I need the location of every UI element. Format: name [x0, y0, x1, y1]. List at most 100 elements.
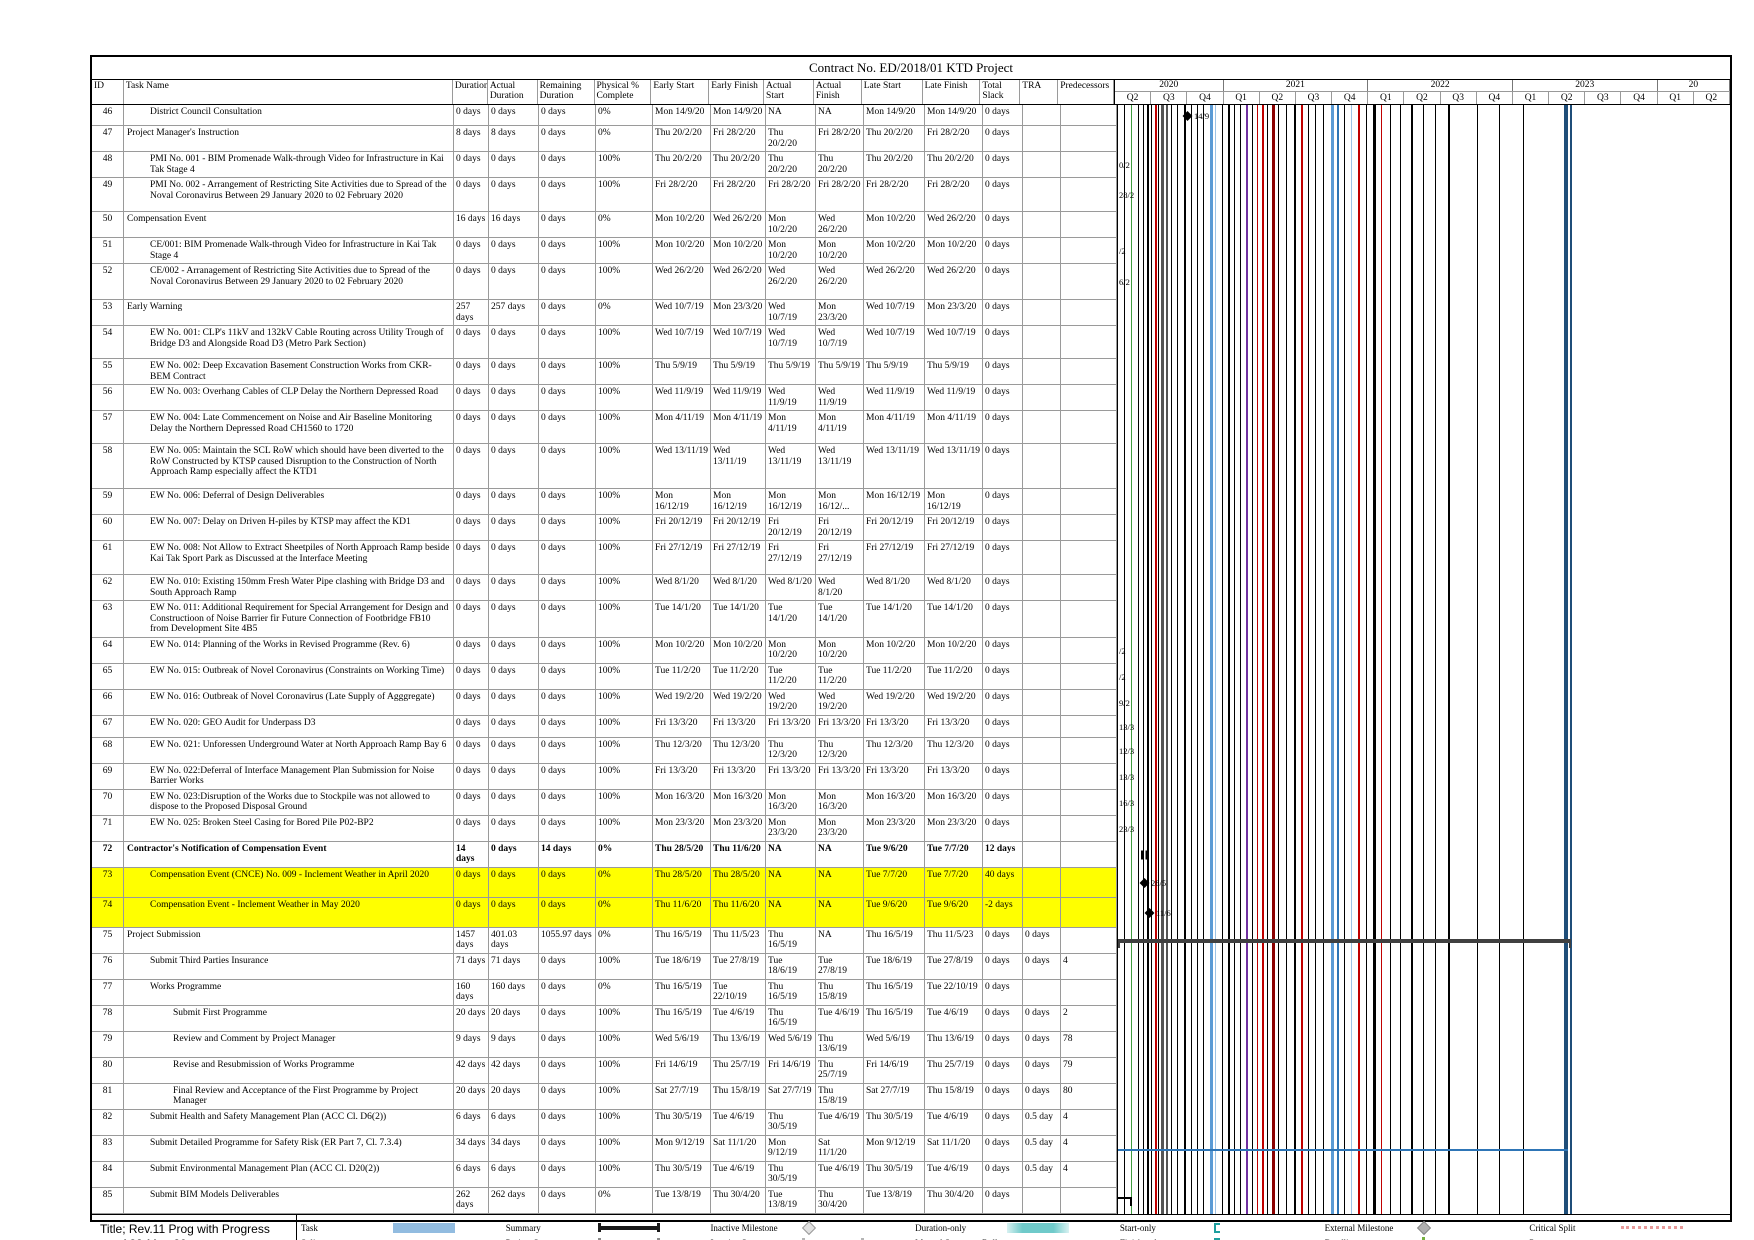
task-row: 48PMI No. 001 - BIM Promenade Walk-throu… [92, 152, 1730, 178]
task-cell: Thu 12/3/20 [766, 738, 816, 764]
task-cell: Fri 27/12/19 [711, 541, 766, 575]
task-cell [1023, 575, 1061, 601]
task-cell: Tue 11/2/20 [816, 664, 864, 690]
task-cell: Thu 30/4/20 [816, 1188, 864, 1214]
arrow-green-icon [1418, 1237, 1430, 1240]
task-cell: 100% [596, 664, 653, 690]
task-cell: Thu 13/6/19 [925, 1032, 983, 1058]
task-id: 57 [92, 411, 124, 444]
clipped-milestone-date-label: 12/3 [1119, 746, 1134, 756]
task-cell: Mon 16/12/19 [711, 489, 766, 515]
legend-icon-wrap [802, 1223, 907, 1233]
task-name: EW No. 001: CLP's 11kV and 132kV Cable R… [124, 326, 454, 359]
task-cell: 0 days [454, 601, 489, 638]
task-name: Project Submission [124, 928, 454, 954]
gantt-row [1117, 1110, 1730, 1136]
task-cell: Fri 28/2/20 [711, 178, 766, 212]
task-cell: Mon 16/3/20 [864, 790, 925, 816]
task-name: EW No. 023:Disruption of the Works due t… [124, 790, 454, 816]
task-cell: 100% [596, 326, 653, 359]
task-cell: Mon 23/3/20 [653, 816, 711, 842]
task-cell: Thu 28/5/20 [711, 868, 766, 898]
timeline-quarter-label: Q4 [1332, 92, 1368, 104]
task-row: 63EW No. 011: Additional Requirement for… [92, 601, 1730, 638]
task-cell: 42 days [489, 1058, 539, 1084]
task-cell: 100% [596, 1006, 653, 1032]
column-header-actual-finish: Actual Finish [814, 80, 862, 104]
timeline-quarter-label: Q3 [1151, 92, 1187, 104]
task-name: Submit Detailed Programme for Safety Ris… [124, 1136, 454, 1162]
table-body: 46District Council Consultation0 days0 d… [92, 105, 1730, 1214]
task-cell: Mon 23/3/20 [711, 300, 766, 326]
clipped-milestone-date-label: /2 [1119, 246, 1126, 256]
task-cell: 0 days [454, 790, 489, 816]
timeline-quarter-label: Q1 [1224, 92, 1260, 104]
task-cell: Wed 5/6/19 [766, 1032, 816, 1058]
timeline-quarter-label: Q4 [1477, 92, 1513, 104]
task-cell: 0 days [489, 601, 539, 638]
task-cell [1061, 868, 1117, 898]
task-cell: 20 days [489, 1006, 539, 1032]
legend-column: Inactive MilestoneInactive SummaryManual… [706, 1215, 911, 1240]
task-cell: 100% [596, 1058, 653, 1084]
task-cell: 0 days [489, 638, 539, 664]
clipped-milestone-date-label: /2 [1119, 646, 1126, 656]
task-row: 54EW No. 001: CLP's 11kV and 132kV Cable… [92, 326, 1730, 359]
task-cell: Mon 10/2/20 [653, 638, 711, 664]
task-cell: Mon 10/2/20 [925, 238, 983, 264]
timeline-year-label: 2022 [1368, 80, 1513, 91]
task-cell: 16 days [489, 212, 539, 238]
legend-column: Critical SplitProgressManual Progress [1525, 1215, 1730, 1240]
task-cell: Thu 20/2/20 [766, 152, 816, 178]
task-cell: Thu 30/5/19 [653, 1162, 711, 1188]
task-cell: 0 days [983, 515, 1023, 541]
gantt-row: 13/3 [1117, 716, 1730, 738]
task-cell: Tue 13/8/19 [653, 1188, 711, 1214]
gantt-row [1117, 601, 1730, 638]
task-cell: Thu 25/7/19 [816, 1058, 864, 1084]
task-cell: 0 days [454, 264, 489, 300]
task-id: 76 [92, 954, 124, 980]
gantt-row: 0/2 [1117, 152, 1730, 178]
task-cell: 0 days [489, 690, 539, 716]
task-cell: 78 [1061, 1032, 1117, 1058]
task-cell: 4 [1061, 1136, 1117, 1162]
task-cell [1023, 178, 1061, 212]
task-cell: Fri 13/3/20 [925, 764, 983, 790]
task-cell: 4 [1061, 1110, 1117, 1136]
legend-item: External Milestone [1325, 1221, 1522, 1235]
task-cell: Fri 20/12/19 [653, 515, 711, 541]
task-cell: Wed 13/11/19 [653, 444, 711, 489]
task-row: 61EW No. 008: Not Allow to Extract Sheet… [92, 541, 1730, 575]
task-row: 73Compensation Event (CNCE) No. 009 - In… [92, 868, 1730, 898]
column-header-tra: TRA [1020, 80, 1058, 104]
task-cell: 0 days [539, 716, 596, 738]
task-cell: 0 days [539, 1006, 596, 1032]
task-cell: 0 days [983, 664, 1023, 690]
task-cell: Tue 18/6/19 [766, 954, 816, 980]
task-cell: Mon 10/2/20 [816, 638, 864, 664]
timeline-header: 202020212022202320Q2Q3Q4Q1Q2Q3Q4Q1Q2Q3Q4… [1114, 80, 1730, 104]
task-name: Submit Third Parties Insurance [124, 954, 454, 980]
task-cell: 0 days [539, 152, 596, 178]
task-cell: 0 days [983, 816, 1023, 842]
legend-icon-wrap [1417, 1237, 1522, 1240]
task-cell: 9 days [454, 1032, 489, 1058]
gantt-row [1117, 842, 1730, 868]
task-cell: 100% [596, 264, 653, 300]
task-cell: 0.5 day [1023, 1110, 1061, 1136]
legend-item-label: Task [301, 1223, 393, 1233]
task-cell: Wed 26/2/20 [711, 264, 766, 300]
task-id: 85 [92, 1188, 124, 1214]
task-cell: 100% [596, 690, 653, 716]
task-cell: Thu 16/5/19 [766, 928, 816, 954]
task-name: CE/001: BIM Promenade Walk-through Video… [124, 238, 454, 264]
timeline-year-label: 20 [1658, 80, 1730, 91]
task-name: EW No. 025: Broken Steel Casing for Bore… [124, 816, 454, 842]
task-id: 47 [92, 126, 124, 152]
task-row: 62EW No. 010: Existing 150mm Fresh Water… [92, 575, 1730, 601]
legend-item: Inactive Summary [710, 1236, 907, 1240]
task-cell: 71 days [489, 954, 539, 980]
task-cell [1023, 601, 1061, 638]
gantt-row: 16/3 [1117, 790, 1730, 816]
